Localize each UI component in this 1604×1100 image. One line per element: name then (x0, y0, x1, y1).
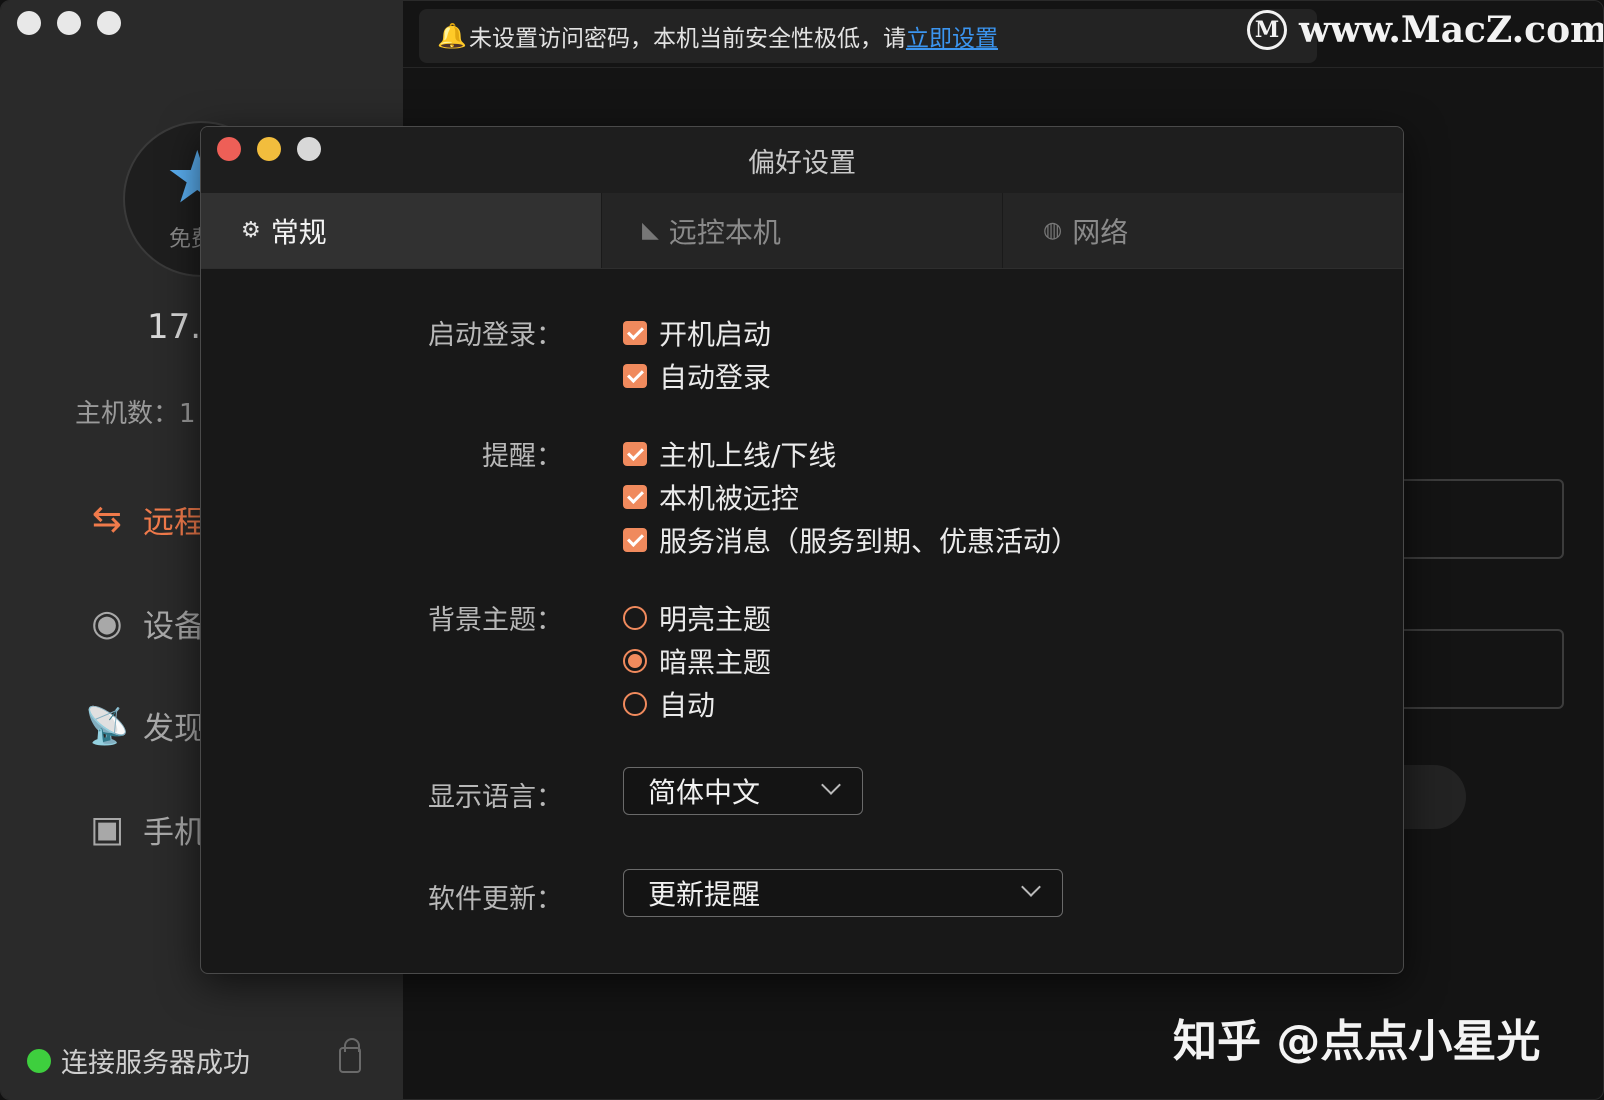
update-select[interactable]: 更新提醒 (623, 869, 1063, 917)
dialog-titlebar: 偏好设置 (201, 127, 1403, 193)
prefs-tabs: ⚙ 常规 ◣ 远控本机 ◍ 网络 (201, 193, 1403, 269)
option-label: 本机被远控 (659, 482, 800, 515)
radio-unselected-icon (623, 606, 647, 630)
chevron-down-icon (1021, 877, 1041, 897)
radio-selected-icon (623, 649, 647, 673)
background-input-field[interactable] (1396, 479, 1564, 559)
connection-status: 连接服务器成功 (27, 1041, 250, 1080)
service-messages-checkbox[interactable]: 服务消息（服务到期、优惠活动） (623, 520, 1079, 560)
remote-cursor-icon: ◣ (642, 218, 659, 243)
being-controlled-checkbox[interactable]: 本机被远控 (623, 477, 799, 517)
host-online-checkbox[interactable]: 主机上线/下线 (623, 434, 836, 474)
option-label: 自动 (659, 689, 716, 722)
auto-login-checkbox[interactable]: 自动登录 (623, 356, 771, 396)
option-label: 明亮主题 (659, 603, 772, 636)
background-input-field[interactable] (1396, 629, 1564, 709)
reminders-label: 提醒： (482, 441, 563, 472)
tab-label: 网络 (1072, 215, 1129, 249)
nav-item-discover[interactable]: 📡 发现 (85, 703, 205, 748)
screen-cast-icon: ▣ (89, 809, 124, 850)
dark-theme-radio[interactable]: 暗黑主题 (623, 641, 771, 681)
main-zoom-button[interactable] (97, 11, 121, 35)
dialog-title: 偏好设置 (748, 148, 856, 179)
tab-label: 远控本机 (668, 215, 781, 249)
main-window-controls (17, 11, 121, 35)
security-warning-bar: 🔔 未设置访问密码，本机当前安全性极低，请 立即设置 (419, 9, 1317, 63)
option-label: 主机上线/下线 (659, 439, 837, 472)
macz-watermark: M www.MacZ.com (1247, 9, 1604, 51)
watermark-text: www.MacZ.com (1299, 9, 1604, 51)
launch-at-startup-checkbox[interactable]: 开机启动 (623, 313, 771, 353)
checkbox-checked-icon (623, 528, 647, 552)
language-label: 显示语言： (428, 782, 563, 813)
remote-arrows-icon: ⇆ (91, 499, 123, 540)
tab-general[interactable]: ⚙ 常规 (201, 193, 602, 268)
host-count: 主机数：1 (75, 399, 196, 429)
option-label: 开机启动 (659, 318, 772, 351)
language-value: 简体中文 (648, 776, 761, 809)
checkbox-checked-icon (623, 321, 647, 345)
zhihu-watermark: 知乎 @点点小星光 (1173, 1016, 1541, 1067)
language-select[interactable]: 简体中文 (623, 767, 863, 815)
macz-logo-icon: M (1247, 10, 1287, 50)
warning-text: 未设置访问密码，本机当前安全性极低，请 (469, 26, 906, 52)
main-minimize-button[interactable] (57, 11, 81, 35)
option-label: 自动登录 (659, 361, 772, 394)
checkbox-checked-icon (623, 364, 647, 388)
device-icon: ◉ (91, 603, 123, 644)
gear-icon: ⚙ (241, 218, 261, 243)
tab-label: 常规 (270, 215, 327, 249)
tab-network[interactable]: ◍ 网络 (1003, 193, 1403, 268)
startup-label: 启动登录： (428, 320, 563, 351)
set-password-link[interactable]: 立即设置 (906, 19, 998, 53)
option-label: 服务消息（服务到期、优惠活动） (659, 525, 1080, 558)
nav-item-label: 发现 (143, 711, 205, 747)
checkbox-checked-icon (623, 485, 647, 509)
status-dot-icon (27, 1048, 51, 1073)
nav-item-label: 设备 (143, 609, 205, 645)
light-theme-radio[interactable]: 明亮主题 (623, 598, 771, 638)
nav-item-remote[interactable]: ⇆ 远程 (85, 497, 205, 542)
radio-unselected-icon (623, 692, 647, 716)
device-id: 17. (147, 307, 202, 347)
theme-label: 背景主题： (428, 605, 563, 636)
auto-theme-radio[interactable]: 自动 (623, 684, 715, 724)
nav-item-device[interactable]: ◉ 设备 (85, 601, 205, 646)
nav-item-phone[interactable]: ▣ 手机 (85, 807, 205, 852)
bell-icon: 🔔 (437, 22, 467, 50)
background-connect-button[interactable] (1396, 765, 1466, 829)
status-text: 连接服务器成功 (61, 1048, 250, 1079)
nav-item-label: 手机 (143, 815, 205, 851)
globe-icon: ◍ (1043, 218, 1063, 243)
update-value: 更新提醒 (648, 878, 761, 911)
option-label: 暗黑主题 (659, 646, 772, 679)
chevron-down-icon (821, 775, 841, 795)
tab-remote-control[interactable]: ◣ 远控本机 (602, 193, 1003, 268)
header-divider (403, 67, 1603, 68)
preferences-dialog: 偏好设置 ⚙ 常规 ◣ 远控本机 ◍ 网络 启动登录： 开机启动 自动登录 提醒… (200, 126, 1404, 974)
satellite-dish-icon: 📡 (84, 705, 130, 747)
checkbox-checked-icon (623, 442, 647, 466)
update-label: 软件更新： (428, 884, 563, 915)
lock-icon[interactable] (339, 1038, 361, 1073)
main-close-button[interactable] (17, 11, 41, 35)
nav-item-label: 远程 (143, 505, 205, 541)
